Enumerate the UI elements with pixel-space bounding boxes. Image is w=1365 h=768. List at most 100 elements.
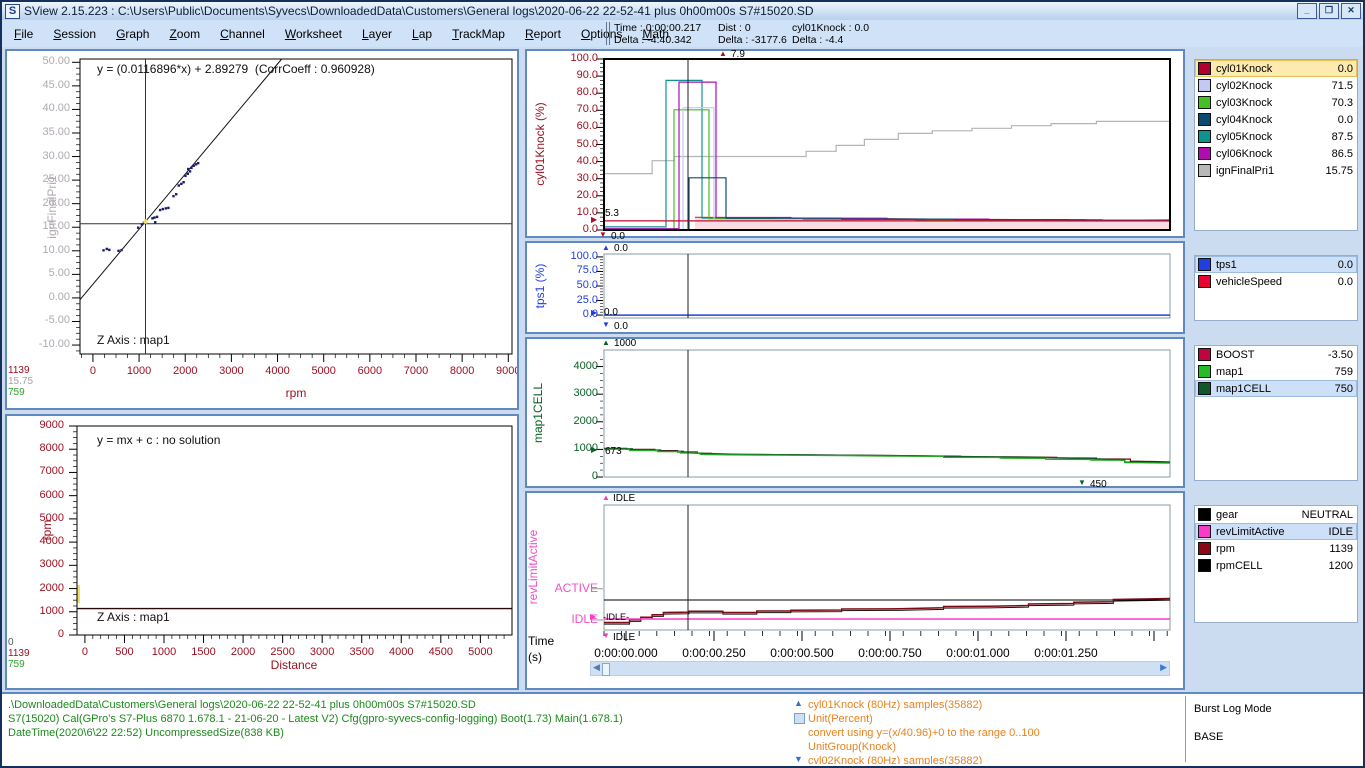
channel-value: 1200 xyxy=(1329,560,1353,572)
scroll-left-icon[interactable]: ◀ xyxy=(593,662,600,673)
channel-info-scrollbar[interactable]: ▲ ▼ xyxy=(794,698,806,764)
sview-window: S SView 2.15.223 : C:\Users\Public\Docum… xyxy=(0,0,1365,768)
channel-row-map1CELL[interactable]: map1CELL750 xyxy=(1195,380,1357,397)
channel-row-rpmCELL[interactable]: rpmCELL1200 xyxy=(1195,557,1357,574)
app-icon: S xyxy=(5,4,20,19)
channel-row-ignFinalPri1[interactable]: ignFinalPri115.75 xyxy=(1195,162,1357,179)
channel-name: cyl03Knock xyxy=(1216,97,1332,109)
channel-value: 15.75 xyxy=(1325,165,1353,177)
channel-name: map1 xyxy=(1216,366,1335,378)
channel-list-knock: cyl01Knock0.0cyl02Knock71.5cyl03Knock70.… xyxy=(1194,59,1358,231)
channel-info-text: cyl01Knock (80Hz) samples(35882) Unit(Pe… xyxy=(808,698,1040,764)
channel-value: 0.0 xyxy=(1338,114,1353,126)
channel-name: map1CELL xyxy=(1216,383,1335,395)
channel-row-cyl04Knock[interactable]: cyl04Knock0.0 xyxy=(1195,111,1357,128)
window-title: SView 2.15.223 : C:\Users\Public\Documen… xyxy=(24,4,1297,18)
channel-color-swatch xyxy=(1198,525,1211,538)
channel-value: -3.50 xyxy=(1328,349,1353,361)
channel-value: 70.3 xyxy=(1332,97,1353,109)
channel-row-BOOST[interactable]: BOOST-3.50 xyxy=(1195,346,1357,363)
channel-row-revLimitActive[interactable]: revLimitActiveIDLE xyxy=(1195,523,1357,540)
channel-value: 0.0 xyxy=(1338,259,1353,271)
channel-color-swatch xyxy=(1198,382,1211,395)
panel-tps-chart[interactable] xyxy=(525,241,1185,334)
panel-rpm-vs-dist[interactable] xyxy=(5,414,519,690)
channel-color-swatch xyxy=(1198,275,1211,288)
channel-row-rpm[interactable]: rpm1139 xyxy=(1195,540,1357,557)
menu-worksheet[interactable]: Worksheet xyxy=(275,27,352,41)
close-button[interactable]: ✕ xyxy=(1341,3,1361,19)
info-delta-dist: Delta : -3177.6 xyxy=(718,34,787,46)
channel-color-swatch xyxy=(1198,164,1211,177)
channel-color-swatch xyxy=(1198,96,1211,109)
channel-name: BOOST xyxy=(1216,349,1328,361)
menu-trackmap[interactable]: TrackMap xyxy=(442,27,515,41)
channel-row-map1[interactable]: map1759 xyxy=(1195,363,1357,380)
channel-color-swatch xyxy=(1198,258,1211,271)
scroll-down-icon[interactable]: ▼ xyxy=(794,754,803,764)
channel-row-gear[interactable]: gearNEUTRAL xyxy=(1195,506,1357,523)
channel-name: cyl01Knock xyxy=(1216,63,1338,75)
channel-row-tps1[interactable]: tps10.0 xyxy=(1195,256,1357,273)
channel-name: rpmCELL xyxy=(1216,560,1329,572)
scroll-up-icon[interactable]: ▲ xyxy=(794,698,803,708)
channel-list-tps: tps10.0vehicleSpeed0.0 xyxy=(1194,255,1358,321)
menu-layer[interactable]: Layer xyxy=(352,27,402,41)
channel-row-cyl03Knock[interactable]: cyl03Knock70.3 xyxy=(1195,94,1357,111)
channel-row-cyl01Knock[interactable]: cyl01Knock0.0 xyxy=(1195,60,1357,77)
channel-value: 86.5 xyxy=(1332,148,1353,160)
channel-name: cyl04Knock xyxy=(1216,114,1338,126)
info-delta-chan: Delta : -4.4 xyxy=(792,34,843,46)
channel-value: 0.0 xyxy=(1338,63,1353,75)
channel-value: 750 xyxy=(1335,383,1353,395)
channel-color-swatch xyxy=(1198,508,1211,521)
menu-session[interactable]: Session xyxy=(43,27,106,41)
minimize-button[interactable]: _ xyxy=(1297,3,1317,19)
menu-report[interactable]: Report xyxy=(515,27,571,41)
scroll-thumb[interactable] xyxy=(602,663,610,676)
panel-ign-vs-rpm[interactable] xyxy=(5,49,519,410)
channel-value: 71.5 xyxy=(1332,80,1353,92)
channel-row-cyl06Knock[interactable]: cyl06Knock86.5 xyxy=(1195,145,1357,162)
info-dist: Dist : 0 xyxy=(718,22,751,34)
menu-graph[interactable]: Graph xyxy=(106,27,159,41)
channel-color-swatch xyxy=(1198,559,1211,572)
log-base-label: BASE xyxy=(1194,731,1223,743)
panel-map-chart[interactable] xyxy=(525,337,1185,488)
channel-name: cyl06Knock xyxy=(1216,148,1332,160)
info-time: Time : 0:00:00.217 xyxy=(614,22,701,34)
status-bar: .\DownloadedData\Customers\General logs\… xyxy=(2,692,1363,768)
channel-name: rpm xyxy=(1216,543,1329,555)
channel-list-rev: gearNEUTRALrevLimitActiveIDLErpm1139rpmC… xyxy=(1194,505,1358,623)
channel-color-swatch xyxy=(1198,113,1211,126)
channel-row-vehicleSpeed[interactable]: vehicleSpeed0.0 xyxy=(1195,273,1357,290)
menu-info-separator xyxy=(606,22,610,45)
scroll-thumb[interactable] xyxy=(794,713,805,724)
scroll-right-icon[interactable]: ▶ xyxy=(1160,662,1167,673)
menu-channel[interactable]: Channel xyxy=(210,27,275,41)
channel-name: vehicleSpeed xyxy=(1216,276,1338,288)
channel-color-swatch xyxy=(1198,365,1211,378)
menu-lap[interactable]: Lap xyxy=(402,27,442,41)
channel-value: 1139 xyxy=(1329,543,1353,555)
restore-button[interactable]: ❐ xyxy=(1319,3,1339,19)
channel-color-swatch xyxy=(1198,147,1211,160)
channel-color-swatch xyxy=(1198,79,1211,92)
menu-bar: FileSessionGraphZoomChannelWorksheetLaye… xyxy=(2,20,1363,47)
info-channel: cyl01Knock : 0.0 xyxy=(792,22,869,34)
channel-value: IDLE xyxy=(1329,526,1353,538)
channel-name: tps1 xyxy=(1216,259,1338,271)
channel-list-map: BOOST-3.50map1759map1CELL750 xyxy=(1194,345,1358,481)
channel-value: 759 xyxy=(1335,366,1353,378)
channel-name: revLimitActive xyxy=(1216,526,1329,538)
channel-row-cyl05Knock[interactable]: cyl05Knock87.5 xyxy=(1195,128,1357,145)
channel-value: 0.0 xyxy=(1338,276,1353,288)
channel-row-cyl02Knock[interactable]: cyl02Knock71.5 xyxy=(1195,77,1357,94)
channel-value: NEUTRAL xyxy=(1302,509,1353,521)
title-bar: S SView 2.15.223 : C:\Users\Public\Docum… xyxy=(2,2,1363,20)
menu-zoom[interactable]: Zoom xyxy=(159,27,210,41)
time-scrollbar[interactable]: ◀ ▶ xyxy=(590,661,1170,676)
status-divider xyxy=(1185,696,1186,762)
panel-knock-chart[interactable] xyxy=(525,49,1185,238)
menu-file[interactable]: File xyxy=(4,27,43,41)
